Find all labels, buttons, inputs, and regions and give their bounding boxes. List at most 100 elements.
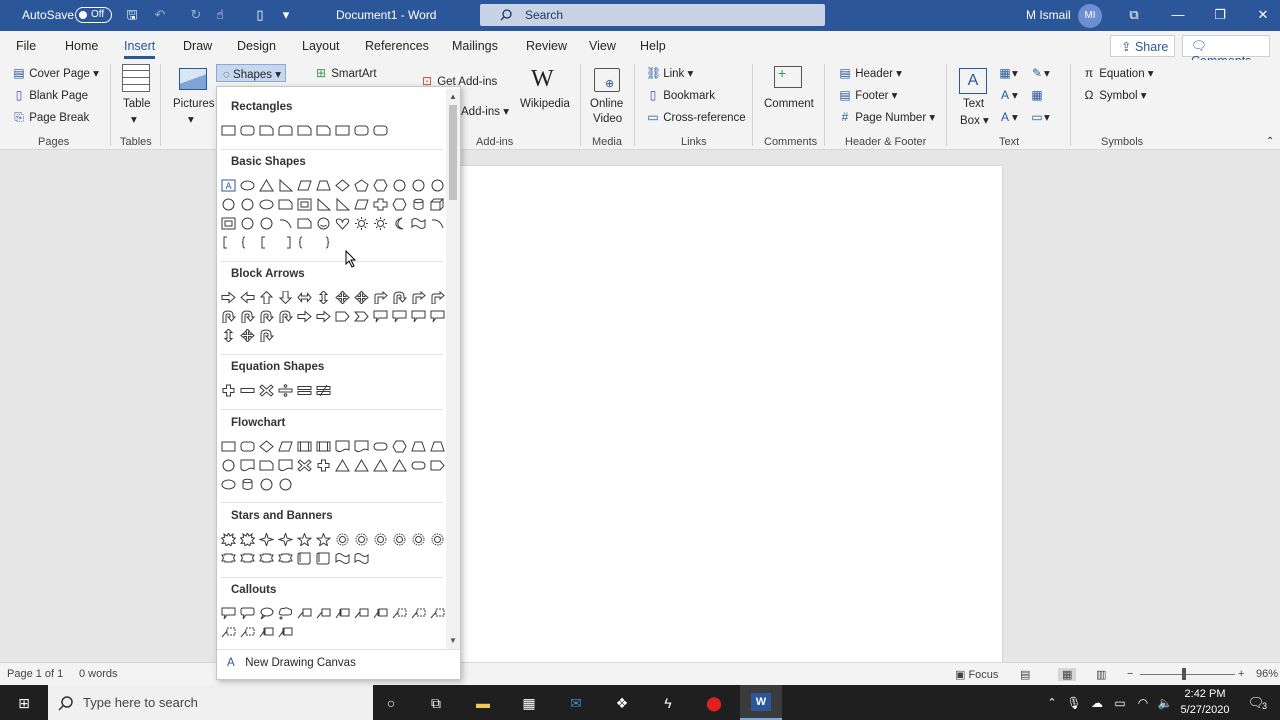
object-icon[interactable]: ▭▾ — [1030, 110, 1049, 124]
shape-brace-icon[interactable] — [238, 234, 257, 251]
shape-can-icon[interactable] — [238, 476, 257, 493]
link-button[interactable]: ⛓ Link ▾ — [646, 66, 693, 80]
shape-neq-icon[interactable] — [314, 382, 333, 399]
shape-calldash-icon[interactable] — [238, 624, 257, 641]
shape-heart-icon[interactable] — [333, 215, 352, 232]
search-box[interactable]: Search — [480, 4, 825, 26]
shape-smile-icon[interactable] — [314, 215, 333, 232]
read-mode-icon[interactable]: ▤ — [1020, 668, 1030, 681]
online-video-label-1[interactable]: Online — [590, 98, 623, 110]
shape-plus-icon[interactable] — [314, 457, 333, 474]
shapes-button[interactable]: ◌ Shapes ▾ — [216, 64, 286, 82]
onedrive-icon[interactable]: ☁ — [1087, 693, 1107, 713]
web-layout-icon[interactable]: ▥ — [1096, 668, 1106, 681]
shape-wave-icon[interactable] — [352, 550, 371, 567]
redo-icon[interactable]: ↻ — [188, 7, 204, 23]
shape-callrect-icon[interactable] — [390, 308, 409, 325]
shape-uturn-icon[interactable] — [219, 308, 238, 325]
shape-au-icon[interactable] — [257, 289, 276, 306]
zoom-out-icon[interactable]: − — [1127, 668, 1133, 680]
cortana-icon[interactable]: ○ — [381, 693, 401, 713]
shape-tri-icon[interactable] — [257, 177, 276, 194]
text-box-label-1[interactable]: Text — [963, 98, 984, 110]
windows-start-icon[interactable]: ⊞ — [14, 693, 34, 713]
shape-snip-icon[interactable] — [276, 196, 295, 213]
print-layout-icon[interactable]: ▦ — [1058, 668, 1077, 681]
shape-callround-icon[interactable] — [238, 605, 257, 622]
shape-callrect-icon[interactable] — [371, 308, 390, 325]
shape-circ-icon[interactable] — [257, 476, 276, 493]
shape-minus-icon[interactable] — [238, 382, 257, 399]
shape-banner-icon[interactable] — [276, 550, 295, 567]
shape-bend-icon[interactable] — [428, 289, 447, 306]
clock-time[interactable]: 2:42 PM — [1180, 688, 1230, 700]
focus-button[interactable]: ▣ Focus — [955, 668, 998, 681]
shape-circ-icon[interactable] — [276, 476, 295, 493]
my-addins-button[interactable]: Add-ins ▾ — [461, 104, 509, 118]
cross-reference-button[interactable]: ▭ Cross-reference — [646, 110, 745, 124]
shape-para-icon[interactable] — [352, 196, 371, 213]
shape-can-icon[interactable] — [409, 196, 428, 213]
scroll-up-icon[interactable]: ▲ — [447, 91, 459, 103]
comment-button[interactable]: Comment — [764, 98, 814, 110]
shape-uturn-icon[interactable] — [257, 308, 276, 325]
shape-seal-icon[interactable] — [352, 531, 371, 548]
taskbar-search[interactable]: Type here to search — [48, 685, 373, 720]
shape-oval-icon[interactable] — [238, 177, 257, 194]
shape-burst-icon[interactable] — [238, 531, 257, 548]
tab-layout[interactable]: Layout — [302, 39, 340, 53]
wordart-icon[interactable]: A ▾ — [998, 88, 1018, 102]
shape-star5-icon[interactable] — [314, 531, 333, 548]
smartart-button[interactable]: ⊞ SmartArt — [314, 66, 377, 80]
shape-hex-icon[interactable] — [371, 177, 390, 194]
shape-round-icon[interactable] — [238, 122, 257, 139]
close-icon[interactable]: ✕ — [1255, 7, 1271, 23]
shape-rect-icon[interactable] — [333, 122, 352, 139]
shape-ar-icon[interactable] — [295, 308, 314, 325]
header-button[interactable]: ▤ Header ▾ — [838, 66, 902, 80]
shape-bracket-icon[interactable] — [257, 234, 276, 251]
shape-diam-icon[interactable] — [257, 438, 276, 455]
shape-calldash-icon[interactable] — [219, 624, 238, 641]
shape-tri-icon[interactable] — [352, 457, 371, 474]
gallery-scrollbar[interactable]: ▲ ▼ — [446, 89, 460, 649]
tab-mailings[interactable]: Mailings — [452, 39, 498, 53]
shape-sun-icon[interactable] — [371, 215, 390, 232]
zoom-level[interactable]: 96% — [1256, 668, 1278, 680]
customize-toolbar-icon[interactable]: ▾ — [278, 7, 294, 23]
shape-calldash-icon[interactable] — [409, 605, 428, 622]
pictures-button[interactable]: Pictures — [173, 98, 215, 110]
shape-mult-icon[interactable] — [295, 457, 314, 474]
tab-references[interactable]: References — [365, 39, 429, 53]
shape-homeplate-icon[interactable] — [333, 308, 352, 325]
shape-tab-icon[interactable] — [276, 122, 295, 139]
shape-snip-icon[interactable] — [257, 122, 276, 139]
shape-rbrace-icon[interactable] — [314, 234, 333, 251]
shape-wave-icon[interactable] — [409, 215, 428, 232]
shape-proc-icon[interactable] — [295, 438, 314, 455]
symbol-button[interactable]: Ω Symbol ▾ — [1082, 88, 1147, 102]
maximize-icon[interactable]: ❐ — [1212, 7, 1228, 23]
shape-circ-icon[interactable] — [390, 177, 409, 194]
shape-brace-icon[interactable] — [295, 234, 314, 251]
zoom-in-icon[interactable]: + — [1238, 668, 1244, 680]
shape-arc-icon[interactable] — [276, 215, 295, 232]
tab-home[interactable]: Home — [65, 39, 98, 53]
shape-snip-icon[interactable] — [295, 215, 314, 232]
comments-button[interactable]: 🗨 Comments — [1182, 35, 1270, 68]
shape-plus-icon[interactable] — [219, 382, 238, 399]
dropbox-icon[interactable]: ❖ — [612, 693, 632, 713]
record-icon[interactable]: ⬤ — [704, 693, 724, 713]
shape-sun-icon[interactable] — [352, 215, 371, 232]
shape-trap-icon[interactable] — [409, 438, 428, 455]
task-view-icon[interactable]: ⧉ — [426, 693, 446, 713]
shape-callbar-icon[interactable] — [333, 605, 352, 622]
table-dropdown-icon[interactable]: ▾ — [131, 112, 137, 126]
shape-circ-icon[interactable] — [238, 196, 257, 213]
shape-star4-icon[interactable] — [257, 531, 276, 548]
shape-scroll-icon[interactable] — [295, 550, 314, 567]
shape-textbox-icon[interactable]: A — [219, 177, 238, 194]
word-count[interactable]: 0 words — [79, 668, 118, 680]
shape-scroll-icon[interactable] — [314, 550, 333, 567]
shape-cross-icon[interactable] — [371, 196, 390, 213]
